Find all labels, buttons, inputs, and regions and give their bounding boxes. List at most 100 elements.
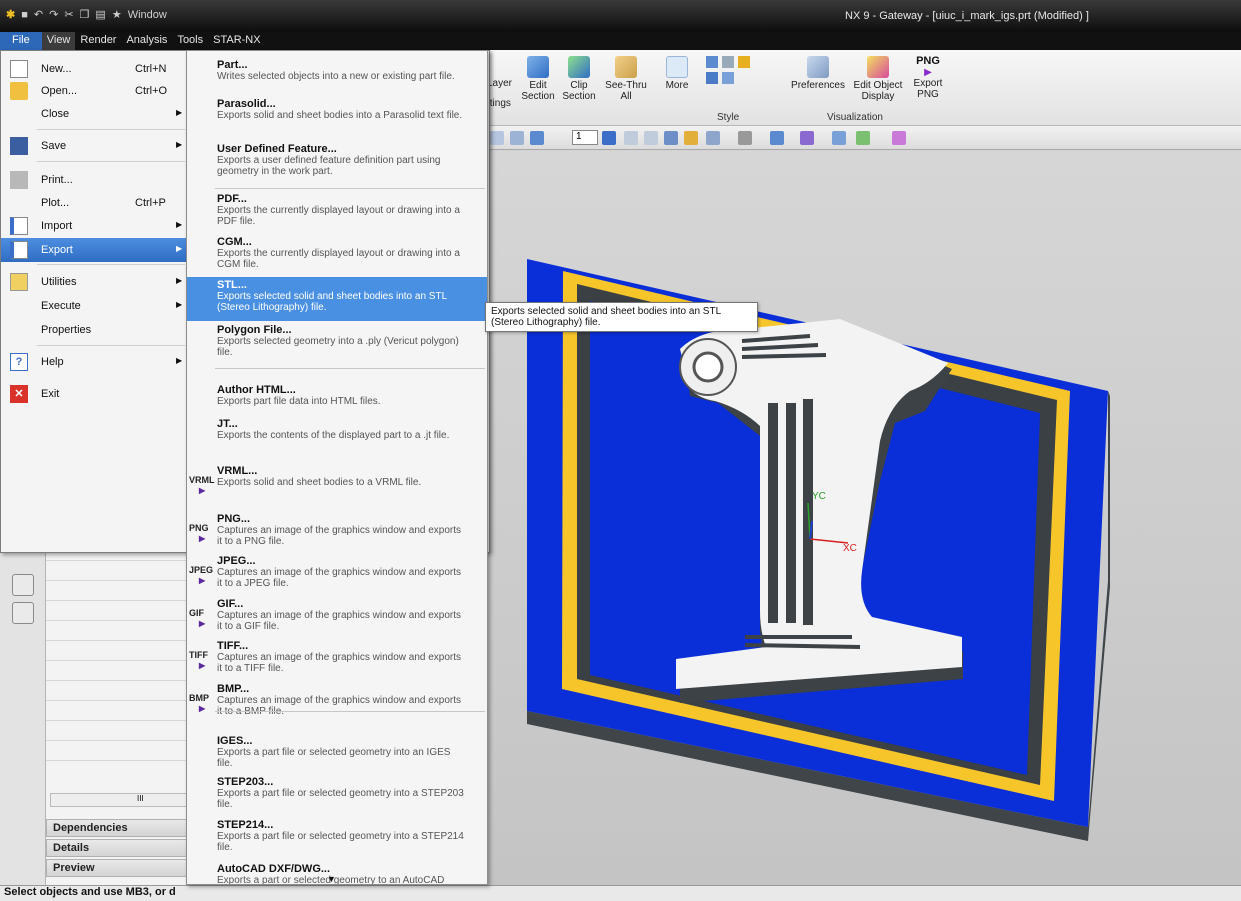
edit-object-display-icon: [867, 56, 889, 78]
more-label: More: [665, 80, 689, 91]
rotate-icon[interactable]: [664, 131, 678, 145]
section-icon[interactable]: [832, 131, 846, 145]
file-new[interactable]: New... Ctrl+N: [1, 57, 187, 81]
measure-icon[interactable]: [892, 131, 906, 145]
view-orient-icon[interactable]: [510, 131, 524, 145]
render-style-icon[interactable]: [770, 131, 784, 145]
clip-icon[interactable]: [856, 131, 870, 145]
cut-icon[interactable]: ✂: [64, 8, 73, 21]
edit-section-icon: [527, 56, 549, 78]
export-item-pdf[interactable]: PDF... Exports the currently displayed la…: [187, 191, 487, 233]
file-close[interactable]: Close ▶: [1, 102, 187, 126]
export-item-stl[interactable]: STL... Exports selected solid and sheet b…: [187, 277, 487, 321]
history-icon[interactable]: [12, 602, 34, 624]
export-png-button[interactable]: PNG ▶ Export PNG: [908, 55, 948, 101]
fit-icon[interactable]: [624, 131, 638, 145]
style-edges-icon[interactable]: [706, 72, 718, 84]
format-arrow-icon: ▶: [199, 534, 206, 543]
export-item-cgm[interactable]: CGM... Exports the currently displayed la…: [187, 234, 487, 276]
copy-icon[interactable]: ❐: [80, 8, 90, 21]
export-item-vrml[interactable]: VRML ▶ VRML... Exports solid and sheet bodi…: [187, 463, 487, 509]
style-studio-icon[interactable]: [738, 56, 750, 68]
pan-icon[interactable]: [684, 131, 698, 145]
export-item-tiff[interactable]: TIFF ▶ TIFF... Captures an image of the gra…: [187, 638, 487, 678]
bmp-format-icon: BMP ▶: [189, 693, 209, 713]
more-button[interactable]: More: [660, 56, 694, 91]
see-thru-button[interactable]: See-Thru All: [602, 56, 650, 102]
format-arrow-icon: ▶: [199, 486, 206, 495]
export-item-title: CGM...: [217, 236, 252, 248]
file-save[interactable]: Save ▶: [1, 134, 187, 158]
see-thru-icon: [615, 56, 637, 78]
scroll-down-icon[interactable]: ▼: [327, 874, 336, 884]
layer-label[interactable]: Layer: [487, 78, 512, 89]
export-item-jpeg[interactable]: JPEG ▶ JPEG... Captures an image of the gra…: [187, 553, 487, 593]
png-icon: PNG: [916, 55, 940, 67]
style-shaded-icon[interactable]: [706, 56, 718, 68]
menu-file[interactable]: File: [0, 32, 42, 50]
export-item-part[interactable]: Part... Writes selected objects into a ne…: [187, 57, 487, 95]
export-item-png[interactable]: PNG ▶ PNG... Captures an image of the graph…: [187, 511, 487, 551]
zoom-icon[interactable]: [644, 131, 658, 145]
file-plot[interactable]: Plot... Ctrl+P: [1, 191, 187, 215]
export-item-user-defined-feature[interactable]: User Defined Feature... Exports a user de…: [187, 141, 487, 189]
file-import[interactable]: Import ▶: [1, 214, 187, 238]
work-layer-field[interactable]: 1: [572, 130, 598, 145]
layout-icon[interactable]: [706, 131, 720, 145]
file-utilities[interactable]: Utilities ▶: [1, 270, 187, 294]
edit-section-button[interactable]: Edit Section: [520, 56, 556, 102]
export-item-iges[interactable]: IGES... Exports a part file or selected g…: [187, 733, 487, 771]
dropdown-icon[interactable]: [602, 131, 616, 145]
export-item-bmp[interactable]: BMP ▶ BMP... Captures an image of the graph…: [187, 681, 487, 721]
export-item-author-html[interactable]: Author HTML... Exports part file data int…: [187, 382, 487, 414]
export-item-autocad-dxf-dwg[interactable]: AutoCAD DXF/DWG... Exports a part or sele…: [187, 861, 487, 884]
menu-analysis[interactable]: Analysis: [121, 32, 172, 50]
export-png-label: Export PNG: [913, 78, 943, 100]
export-item-gif[interactable]: GIF ▶ GIF... Captures an image of the graph…: [187, 596, 487, 636]
clip-section-button[interactable]: Clip Section: [561, 56, 597, 102]
horizontal-scrollbar[interactable]: III: [50, 793, 200, 807]
edit-object-display-button[interactable]: Edit Object Display: [852, 56, 904, 102]
clip-section-icon: [568, 56, 590, 78]
undo-icon[interactable]: ↶: [34, 8, 43, 21]
settings-label[interactable]: ttings: [487, 98, 511, 109]
export-item-polygon-file[interactable]: Polygon File... Exports selected geometry…: [187, 322, 487, 368]
style-gallery[interactable]: [706, 56, 760, 84]
file-exit[interactable]: ✕ Exit: [1, 382, 187, 406]
file-export[interactable]: Export ▶: [1, 238, 187, 262]
visualization-group-label: Visualization: [827, 112, 883, 123]
nx-logo-icon: ✱: [6, 9, 16, 21]
selection-filter-icon[interactable]: [490, 131, 504, 145]
export-item-step214[interactable]: STEP214... Exports a part file or selecte…: [187, 817, 487, 859]
menu-render[interactable]: Render: [75, 32, 121, 50]
background-icon[interactable]: [738, 131, 752, 145]
menu-view[interactable]: View: [41, 32, 76, 50]
file-execute[interactable]: Execute ▶: [1, 294, 187, 318]
gif-format-icon: GIF ▶: [189, 608, 206, 628]
export-item-description: Exports a part file or selected geometry…: [217, 747, 451, 769]
preferences-button[interactable]: Preferences: [788, 56, 848, 91]
snap-icon[interactable]: [800, 131, 814, 145]
export-item-step203[interactable]: STEP203... Exports a part file or selecte…: [187, 774, 487, 814]
export-item-parasolid[interactable]: Parasolid... Exports solid and sheet bodi…: [187, 96, 487, 140]
paste-icon[interactable]: ▤: [95, 8, 105, 21]
file-open[interactable]: Open... Ctrl+O: [1, 79, 187, 103]
shaded-icon[interactable]: [530, 131, 544, 145]
file-help[interactable]: ? Help ▶: [1, 350, 187, 374]
clip-section-label: Clip Section: [562, 80, 596, 102]
file-print[interactable]: Print...: [1, 168, 187, 192]
menu-star-nx[interactable]: STAR-NX: [208, 32, 265, 50]
style-partial-icon[interactable]: [722, 72, 734, 84]
redo-icon[interactable]: ↷: [49, 8, 58, 21]
export-item-jt[interactable]: JT... Exports the contents of the display…: [187, 416, 487, 462]
menu-tools[interactable]: Tools: [172, 32, 208, 50]
save-icon[interactable]: ■: [21, 9, 28, 21]
export-item-title: JT...: [217, 418, 238, 430]
window-menu[interactable]: Window: [128, 9, 167, 21]
scroll-grip[interactable]: III: [137, 794, 144, 803]
roles-icon[interactable]: [12, 574, 34, 596]
touch-mode-icon[interactable]: ★: [112, 8, 122, 21]
style-wireframe-icon[interactable]: [722, 56, 734, 68]
file-properties[interactable]: Properties: [1, 318, 187, 342]
menu-separator: [37, 345, 185, 346]
